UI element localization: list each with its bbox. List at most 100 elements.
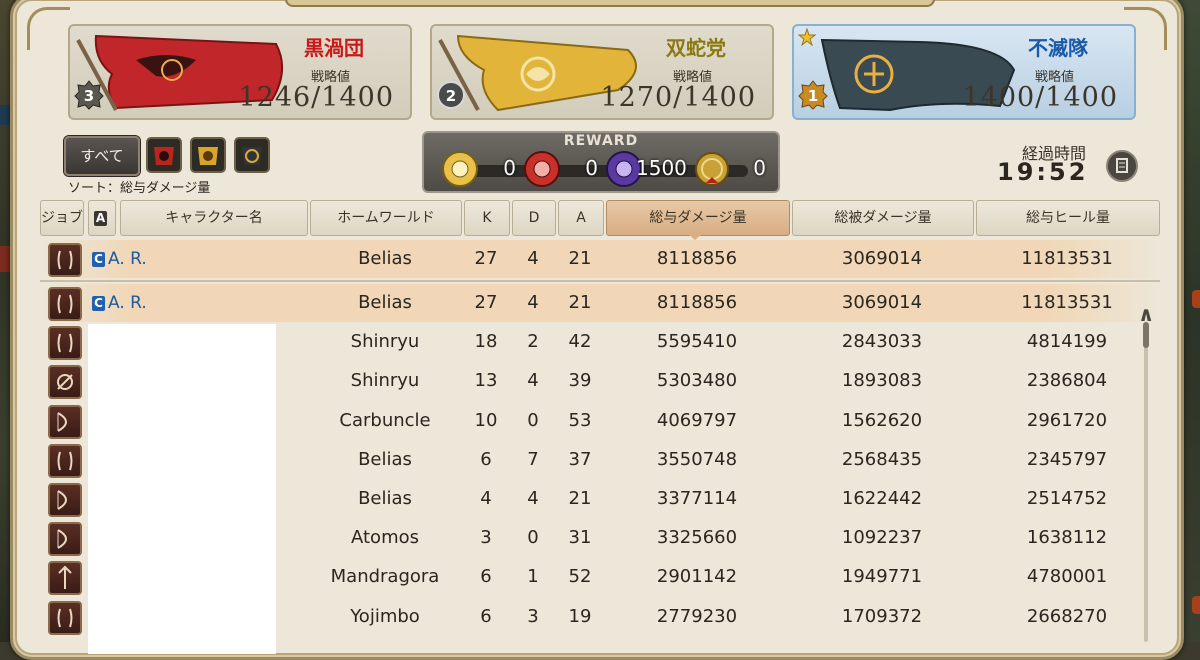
bow-job-icon	[48, 483, 82, 517]
caster-job-icon	[48, 365, 82, 400]
deaths: 3	[527, 605, 539, 627]
star-icon	[798, 28, 816, 46]
home-world: Mandragora	[330, 566, 440, 588]
maelstrom-filter-icon[interactable]	[146, 137, 182, 173]
log-button[interactable]	[1106, 150, 1138, 182]
reward-value: 0	[753, 156, 766, 180]
bow-job-icon	[48, 522, 82, 557]
damage-taken: 3069014	[841, 248, 923, 269]
deaths: 7	[527, 448, 539, 470]
damage-dealt: 8118856	[656, 248, 738, 269]
deaths: 4	[527, 370, 539, 392]
damage-taken: 1709372	[841, 605, 923, 627]
assists: 21	[568, 488, 592, 509]
healing-done: 4780001	[1026, 566, 1108, 588]
healing-done: 2961720	[1026, 409, 1108, 431]
column-home-world[interactable]: ホームワールド	[310, 200, 462, 236]
background-marker-right	[1192, 290, 1200, 308]
column-a[interactable]: A	[88, 200, 116, 236]
home-world: Shinryu	[350, 331, 420, 353]
reward-value: 0	[503, 156, 516, 180]
kills: 10	[474, 409, 498, 431]
damage-dealt: 5303480	[656, 370, 738, 392]
team-card-immortal-flames: 1 不滅隊 戦略値 1400/1400	[792, 24, 1136, 120]
coin-icon	[695, 152, 729, 186]
assists: 52	[568, 566, 592, 588]
team-name: 黒渦団	[304, 36, 364, 60]
scrollbar-thumb[interactable]	[1143, 322, 1149, 348]
healer-job-icon	[48, 326, 82, 361]
assists: 21	[568, 248, 592, 269]
red-medal-icon	[524, 151, 560, 187]
assists: 31	[568, 527, 592, 549]
bow-job-icon	[48, 404, 82, 439]
home-world: Carbuncle	[339, 409, 431, 431]
healer-job-icon	[48, 243, 82, 277]
twin-adder-filter-icon[interactable]	[190, 137, 226, 173]
deaths: 1	[527, 566, 539, 588]
reward-value: 1500	[636, 156, 687, 180]
redacted-names-area	[88, 324, 276, 654]
damage-taken: 1949771	[841, 566, 923, 588]
column-damage-taken[interactable]: 総被ダメージ量	[792, 200, 974, 236]
healing-done: 4814199	[1026, 331, 1108, 353]
character-name: C A. R.	[92, 240, 292, 278]
team-score: 1400/1400	[962, 82, 1118, 113]
assists: 39	[568, 370, 592, 392]
team-score: 1270/1400	[600, 82, 756, 113]
damage-dealt: 2779230	[656, 605, 738, 627]
deaths: 4	[527, 488, 539, 509]
column-damage-dealt[interactable]: 総与ダメージ量	[606, 200, 790, 236]
assists: 37	[568, 448, 592, 470]
scrollbar-track[interactable]	[1144, 322, 1148, 642]
healer-job-icon	[48, 600, 82, 635]
team-name: 双蛇党	[666, 36, 726, 60]
rank-2-badge-icon: 2	[437, 81, 465, 109]
rank-3-badge-icon: 3	[74, 80, 104, 110]
kills: 3	[480, 527, 492, 549]
assists: 53	[568, 409, 592, 431]
assists: 42	[568, 331, 592, 353]
healing-done: 2386804	[1026, 370, 1108, 392]
immortal-flames-filter-icon[interactable]	[234, 137, 270, 173]
damage-taken: 3069014	[841, 292, 923, 313]
column-deaths[interactable]: D	[512, 200, 556, 236]
filter-all-button[interactable]: すべて	[64, 136, 140, 176]
team-card-maelstrom: 3 黒渦団 戦略値 1246/1400	[68, 24, 412, 120]
healing-done: 11813531	[1021, 248, 1113, 269]
column-character-name[interactable]: キャラクター名	[120, 200, 308, 236]
lance-job-icon	[48, 561, 82, 596]
deaths: 2	[527, 331, 539, 353]
pinned-player-row[interactable]: C A. R. Belias 27 4 21 8118856 3069014 11…	[40, 240, 1160, 278]
reward-title: REWARD	[563, 133, 639, 149]
gold-medal-icon	[442, 151, 478, 187]
column-job[interactable]: ジョブ	[40, 200, 84, 236]
damage-dealt: 5595410	[656, 331, 738, 353]
corner-ornament-left	[27, 7, 70, 50]
column-healing-done[interactable]: 総与ヒール量	[976, 200, 1160, 236]
sort-label: ソート：総与ダメージ量	[68, 181, 211, 196]
healer-job-icon	[48, 443, 82, 478]
table-header: ジョブ A キャラクター名 ホームワールド K D A 総与ダメージ量 総被ダメ…	[40, 200, 1160, 236]
kills: 6	[480, 605, 492, 627]
home-world: Belias	[358, 248, 412, 269]
home-world: Belias	[358, 292, 412, 313]
title-ornament	[285, 0, 935, 7]
healing-done: 2668270	[1026, 605, 1108, 627]
damage-dealt: 3325660	[656, 527, 738, 549]
healing-done: 1638112	[1026, 527, 1108, 549]
team-name: 不滅隊	[1028, 36, 1088, 60]
column-kills[interactable]: K	[464, 200, 510, 236]
svg-text:2: 2	[446, 87, 456, 105]
damage-taken: 2843033	[841, 331, 923, 353]
background-marker-right-2	[1192, 596, 1200, 614]
kills: 18	[474, 331, 498, 353]
elapsed-time: 19:52	[997, 158, 1089, 186]
kills: 27	[474, 248, 498, 269]
team-card-twin-adder: 2 双蛇党 戦略値 1270/1400	[430, 24, 774, 120]
row-divider	[40, 280, 1160, 282]
table-row[interactable]: C A. R. Belias 27 4 21 8118856 3069014 11813531	[40, 284, 1160, 322]
damage-dealt: 4069797	[656, 409, 738, 431]
home-world: Yojimbo	[350, 605, 420, 627]
column-assists[interactable]: A	[558, 200, 604, 236]
